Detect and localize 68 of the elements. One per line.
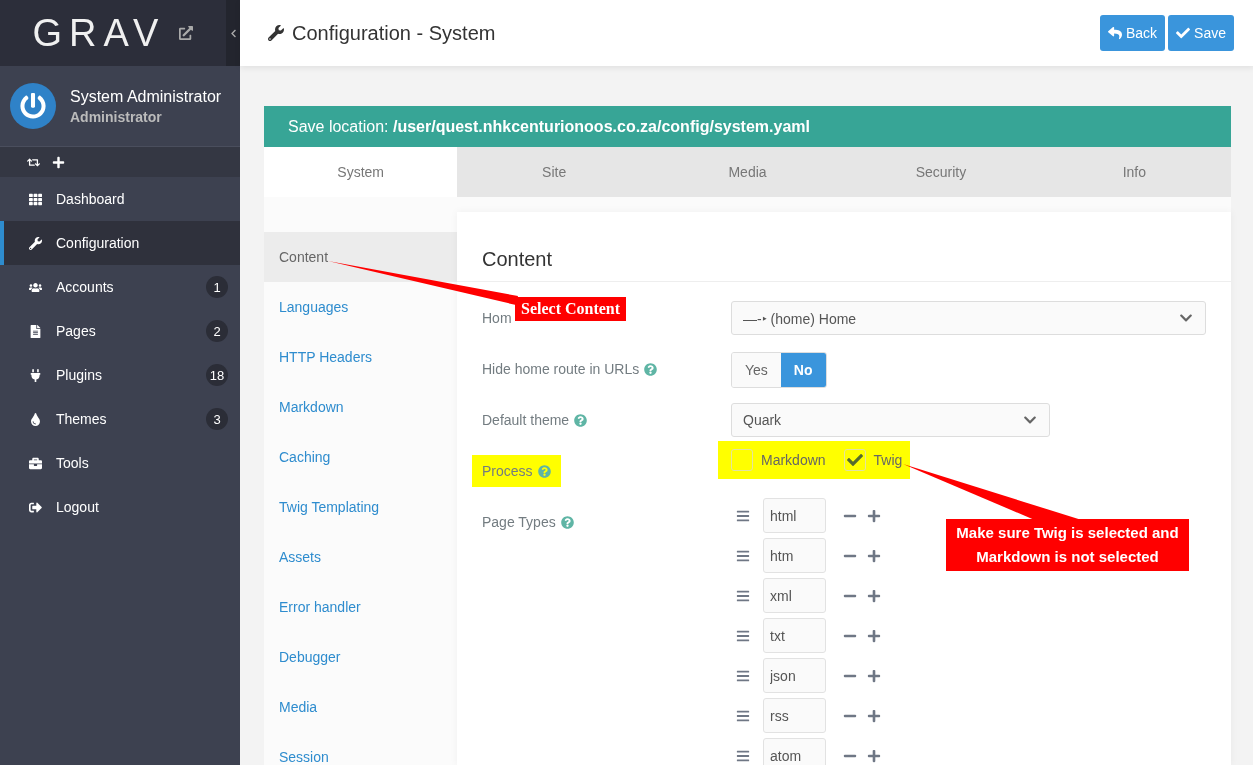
save-button[interactable]: Save [1168,15,1234,51]
section-link[interactable]: Markdown [264,382,457,432]
checkbox[interactable] [843,449,866,471]
user-name: System Administrator [70,87,222,106]
input-field[interactable]: atom [763,738,826,765]
add-icon[interactable] [52,155,65,169]
count-badge: 2 [206,320,228,342]
field-label: Process [472,455,561,487]
nav-item[interactable]: Tools [0,441,240,485]
nav-item[interactable]: Dashboard [0,177,240,221]
nav-item[interactable]: Plugins 18 [0,353,240,397]
section-link[interactable]: Assets [264,532,457,582]
section-link[interactable]: Error handler [264,582,457,632]
wrench-icon [27,236,43,250]
section-link[interactable]: Languages [264,282,457,332]
input-field[interactable]: html [763,498,826,533]
nav-item[interactable]: Logout [0,485,240,529]
select-field[interactable]: —-‣ (home) Home [731,301,1206,335]
page-title: Configuration - System [292,21,496,45]
nav-item[interactable]: Accounts 1 [0,265,240,309]
collapse-handle[interactable] [226,0,240,66]
user-role: Administrator [70,108,163,125]
section-link[interactable]: Twig Templating [264,482,457,532]
tab[interactable]: System [264,147,458,197]
input-field[interactable]: json [763,658,826,693]
reply-icon [1107,26,1122,40]
nav-item[interactable]: Pages 2 [0,309,240,353]
count-badge: 18 [206,364,228,386]
grid-icon [27,192,43,206]
section-link[interactable]: Media [264,682,457,732]
count-badge: 3 [206,408,228,430]
input-field[interactable]: txt [763,618,826,653]
checkbox-label: Markdown [761,452,826,468]
input-field[interactable]: rss [763,698,826,733]
section-link[interactable]: Session [264,732,457,765]
field-label: Hom [482,310,512,326]
toggle-option[interactable]: Yes [732,353,781,387]
section-link[interactable]: Content [264,232,457,282]
section-link[interactable]: Caching [264,432,457,482]
nav-item[interactable]: Themes 3 [0,397,240,441]
field-label: Page Types [482,514,574,530]
input-field[interactable]: xml [763,578,826,613]
help-icon[interactable] [574,413,588,427]
external-link-icon[interactable] [179,26,194,40]
logout-icon [27,500,43,514]
check-icon [1176,26,1191,40]
checkbox[interactable] [731,449,753,471]
input-field[interactable]: htm [763,538,826,573]
field-label: Default theme [482,412,588,428]
save-location: Save location: /user/quest.nhkcenturionoos.co.za/config/system.yaml [264,106,1231,147]
help-icon[interactable] [560,515,574,529]
users-icon [27,280,43,294]
nav-item[interactable]: Configuration [0,221,240,265]
briefcase-icon [27,456,43,470]
callout: Select Content [515,297,627,321]
checkbox-label: Twig [873,452,903,468]
avatar [10,83,56,129]
select-field[interactable]: Quark [731,403,1050,437]
section-link[interactable]: Debugger [264,632,457,682]
callout: Make sure Twig is selected and Markdown is not selected [946,519,1189,571]
wrench-icon [268,25,284,41]
section-link[interactable]: HTTP Headers [264,332,457,382]
help-icon[interactable] [644,362,658,376]
section-heading: Content [457,212,1231,282]
back-button[interactable]: Back [1099,15,1166,51]
field-label: Hide home route in URLs [482,361,658,377]
count-badge: 1 [206,276,228,298]
toggle-option[interactable]: No [780,353,826,387]
